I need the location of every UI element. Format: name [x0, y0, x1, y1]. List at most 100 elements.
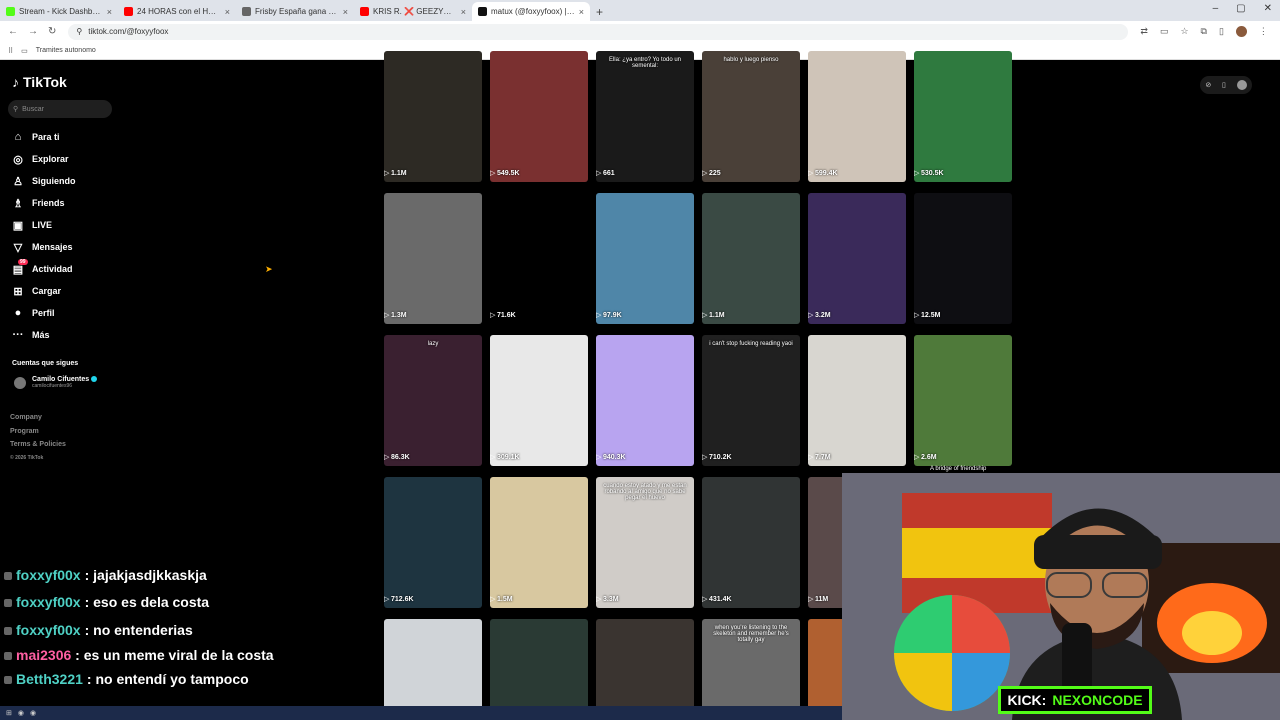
sidebar-item-mas[interactable]: ··· Más — [12, 324, 76, 346]
os-taskbar: ⊞ ◉ ◉ — [0, 706, 842, 720]
sidebar-item-cargar[interactable]: ⊞ Cargar — [12, 280, 76, 302]
footer-link-company[interactable]: Company — [10, 414, 66, 428]
avatar[interactable] — [1236, 80, 1247, 90]
sidebar-icon[interactable]: ▯ — [1219, 26, 1224, 37]
video-thumbnail[interactable]: ▷ 712.6K — [384, 477, 482, 608]
close-window-icon[interactable]: ✕ — [1264, 3, 1272, 14]
video-thumbnail[interactable]: when you're listening to the skeleton an… — [702, 619, 800, 720]
address-bar[interactable]: ⚲ tiktok.com/@foxyyfoox — [68, 23, 1129, 40]
video-thumbnail[interactable]: ▷ 12.5M — [914, 193, 1012, 324]
site-info-icon[interactable]: ⚲ — [76, 27, 82, 36]
sidebar-item-label: Explorar — [32, 154, 69, 164]
video-thumbnail[interactable]: ▷ 1.3M — [384, 193, 482, 324]
close-tab-icon[interactable]: × — [225, 7, 230, 17]
video-thumbnail[interactable]: ▷ 7.7M — [808, 335, 906, 466]
video-thumbnail[interactable]: ▷ 549.5K — [490, 51, 588, 182]
video-thumbnail[interactable]: ▷ 71.6K — [490, 193, 588, 324]
kick-label: KICK: — [1007, 692, 1047, 708]
translate-icon[interactable]: ⇄ — [1140, 26, 1148, 37]
video-thumbnail[interactable]: cuando estoy atado y me estan robando al… — [596, 477, 694, 608]
video-thumbnail[interactable] — [384, 619, 482, 720]
close-tab-icon[interactable]: × — [461, 7, 466, 17]
view-count: 225 — [709, 170, 721, 177]
back-icon[interactable]: ← — [8, 26, 18, 37]
sidebar-item-friends[interactable]: ♗ Friends — [12, 192, 76, 214]
browser-tab-active[interactable]: matux (@foxyyfoox) | TikTok × — [472, 2, 590, 21]
apps-grid-icon[interactable]: ⠿ — [8, 47, 13, 55]
video-thumbnail[interactable]: ▷ 309.1K — [490, 335, 588, 466]
view-count: 940.3K — [603, 454, 626, 461]
play-icon: ▷ — [596, 170, 602, 177]
video-thumbnail[interactable] — [490, 619, 588, 720]
video-thumbnail[interactable]: ▷ 530.5K — [914, 51, 1012, 182]
view-count: 1.5M — [497, 596, 513, 603]
maximize-icon[interactable]: ▢ — [1236, 3, 1245, 14]
view-count: 97.9K — [603, 312, 622, 319]
sidebar-item-siguiendo[interactable]: ♙ Siguiendo — [12, 170, 75, 192]
chat-message: foxxyf00x: jajakjasdjkkaskja — [0, 562, 300, 589]
menu-icon[interactable]: ⋮ — [1259, 26, 1268, 37]
video-thumbnail[interactable] — [596, 619, 694, 720]
video-thumbnail[interactable]: lazy ▷ 86.3K — [384, 335, 482, 466]
sidebar-item-perfil[interactable]: ● Perfil — [12, 302, 76, 324]
sidebar-item-explorar[interactable]: ◎ Explorar — [12, 148, 76, 170]
search-placeholder: Buscar — [22, 105, 44, 113]
reload-icon[interactable]: ↻ — [48, 26, 56, 37]
video-thumbnail[interactable]: ▷ 1.1M — [384, 51, 482, 182]
video-thumbnail[interactable]: Ella: ¿ya entro? Yo todo un semental: ▷ 6… — [596, 51, 694, 182]
close-tab-icon[interactable]: × — [579, 7, 584, 17]
video-thumbnail[interactable]: ▷ 2.6M — [914, 335, 1012, 466]
bookmark-item[interactable]: Tramites autonomo — [36, 47, 96, 54]
webcam-overlay — [842, 473, 1280, 720]
taskbar-app-icon[interactable]: ◉ — [18, 709, 24, 717]
taskbar-app-icon[interactable]: ◉ — [30, 709, 36, 717]
chat-badge-icon — [4, 652, 12, 661]
sidebar-item-para-ti[interactable]: ⌂ Para ti — [12, 126, 76, 148]
footer-link-program[interactable]: Program — [10, 428, 66, 442]
play-icon: ▷ — [808, 312, 814, 319]
play-icon: ▷ — [384, 454, 390, 461]
video-thumbnail[interactable]: ▷ 599.4K — [808, 51, 906, 182]
logo-text: TikTok — [23, 74, 67, 90]
browser-tab[interactable]: KRIS R. ❌ GEEZYDEE - BOBADA... × — [354, 2, 472, 21]
footer-link-terms[interactable]: Terms & Policies — [10, 441, 66, 455]
video-thumbnail[interactable]: ▷ 940.3K — [596, 335, 694, 466]
upload-icon: ⊞ — [13, 285, 23, 298]
video-thumbnail[interactable]: i can't stop fucking reading yaoi ▷ 710.2… — [702, 335, 800, 466]
video-thumbnail[interactable]: ▷ 3.2M — [808, 193, 906, 324]
minimize-icon[interactable]: – — [1213, 3, 1219, 14]
video-thumbnail[interactable]: ▷ 1.1M — [702, 193, 800, 324]
start-icon[interactable]: ⊞ — [6, 709, 12, 717]
sidebar-item-live[interactable]: ▣ LIVE — [12, 214, 76, 236]
view-count: 710.2K — [709, 454, 732, 461]
video-thumbnail[interactable]: hablo y luego pienso ▷ 225 — [702, 51, 800, 182]
device-icon[interactable]: ▯ — [1222, 81, 1226, 89]
video-caption: Ella: ¿ya entro? Yo todo un semental: — [608, 57, 682, 69]
play-icon: ▷ — [702, 454, 708, 461]
avatar — [14, 376, 26, 389]
following-account[interactable]: Camilo Cifuentes camilocifuentes96 — [14, 376, 98, 389]
extensions-icon[interactable]: ⧉ — [1201, 26, 1207, 37]
tab-title: KRIS R. ❌ GEEZYDEE - BOBADA... — [373, 7, 457, 16]
coin-icon[interactable]: ⊘ — [1205, 81, 1211, 89]
video-thumbnail[interactable]: ▷ 1.5M — [490, 477, 588, 608]
bookmark-star-icon[interactable]: ☆ — [1180, 26, 1188, 37]
browser-tab[interactable]: 24 HORAS con el HOMBRE MÁS... × — [118, 2, 236, 21]
sidebar-item-mensajes[interactable]: ▽ Mensajes — [12, 236, 76, 258]
sidebar-item-actividad[interactable]: ▤ 99 Actividad — [12, 258, 76, 280]
close-tab-icon[interactable]: × — [107, 7, 112, 17]
browser-tab[interactable]: Stream - Kick Dashboard × — [0, 2, 118, 21]
cast-icon[interactable]: ▭ — [1160, 26, 1169, 37]
video-thumbnail[interactable]: ▷ 97.9K — [596, 193, 694, 324]
play-icon: ▷ — [384, 312, 390, 319]
profile-avatar[interactable] — [1235, 26, 1247, 37]
following-header: Cuentas que sigues — [12, 360, 79, 367]
forward-icon[interactable]: → — [28, 26, 38, 37]
close-tab-icon[interactable]: × — [343, 7, 348, 17]
chat-message: Betth3221: no entendí yo tampoco — [0, 666, 300, 693]
browser-tab[interactable]: Frisby España gana una batalla... × — [236, 2, 354, 21]
new-tab-button[interactable]: + — [590, 2, 609, 21]
tiktok-logo[interactable]: ♪ TikTok — [12, 74, 67, 90]
video-thumbnail[interactable]: ▷ 431.4K — [702, 477, 800, 608]
search-input[interactable]: ⚲ Buscar — [8, 100, 112, 118]
